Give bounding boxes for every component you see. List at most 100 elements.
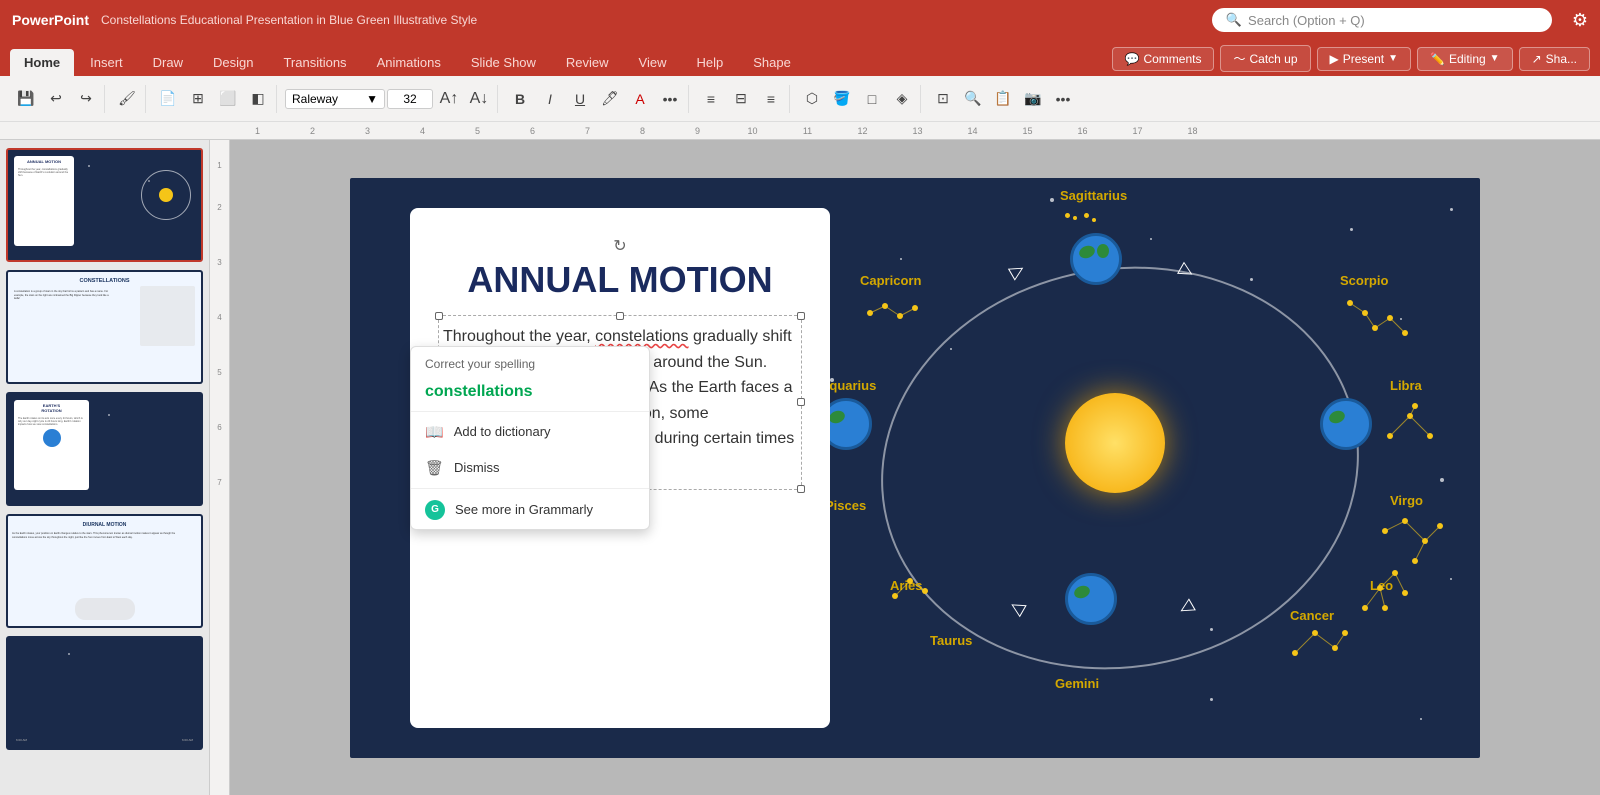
bullet-list-button[interactable]: ≡: [697, 85, 725, 113]
rotate-handle[interactable]: ↻: [613, 238, 626, 255]
app-name: PowerPoint: [12, 12, 89, 28]
font-selector[interactable]: Raleway ▼: [285, 89, 385, 109]
main-area: 1 ANNUAL MOTION Throughout the year, con…: [0, 140, 1600, 795]
vertical-ruler: 1 2 3 4 5 6 7: [210, 140, 230, 795]
outline-button[interactable]: □: [858, 85, 886, 113]
settings-icon[interactable]: ⚙: [1572, 10, 1588, 31]
tab-help[interactable]: Help: [683, 49, 738, 76]
comments-icon: 💬: [1125, 52, 1140, 66]
highlight-button[interactable]: 🖊: [596, 85, 624, 113]
clipboard-button[interactable]: 📋: [989, 85, 1017, 113]
ruler: 1 2 3 4 5 6 7 8 9 10 11 12 13 14 15 16 1…: [0, 122, 1600, 140]
italic-button[interactable]: I: [536, 85, 564, 113]
label-sagittarius: Sagittarius: [1060, 188, 1127, 203]
catch-up-button[interactable]: 〜 Catch up: [1220, 45, 1310, 72]
share-button[interactable]: ↗ Sha...: [1519, 47, 1590, 71]
slide-thumb-5[interactable]: 5 6:00 AM 6:00 AM: [6, 636, 203, 750]
tab-draw[interactable]: Draw: [139, 49, 197, 76]
slide-thumb-3[interactable]: 3 EARTH'SROTATION The Earth rotates on i…: [6, 392, 203, 506]
editing-dropdown-icon[interactable]: ▼: [1490, 53, 1500, 64]
label-pisces: Pisces: [825, 498, 866, 513]
spell-suggestion[interactable]: constellations: [411, 375, 649, 409]
tab-review[interactable]: Review: [552, 49, 623, 76]
copy-format-button[interactable]: 🖌: [113, 85, 141, 113]
save-button[interactable]: 💾: [12, 85, 40, 113]
search-replace-button[interactable]: 🔍: [959, 85, 987, 113]
doc-title: Constellations Educational Presentation …: [101, 13, 1200, 27]
editing-button[interactable]: ✏️ Editing ▼: [1417, 47, 1513, 71]
label-capricorn: Capricorn: [860, 273, 921, 288]
toolbar-font: Raleway ▼ 32 A↑ A↓: [281, 85, 498, 113]
tab-transitions[interactable]: Transitions: [269, 49, 360, 76]
slide-theme-button[interactable]: ◧: [244, 85, 272, 113]
font-dropdown-icon[interactable]: ▼: [366, 92, 378, 106]
main-slide: ↻ ANNUAL MOTION Throughout the year, con: [350, 178, 1480, 758]
underline-button[interactable]: U: [566, 85, 594, 113]
numbered-list-button[interactable]: ⊟: [727, 85, 755, 113]
spell-correct-label: Correct your spelling: [411, 347, 649, 375]
toolbar-arrange: ⊡ 🔍 📋 📷 •••: [925, 85, 1081, 113]
fill-button[interactable]: 🪣: [828, 85, 856, 113]
solar-system-diagram: ▷ ▷ ▷ ▷ Sagittarius Capricorn: [800, 178, 1480, 758]
dictionary-icon: 📖: [425, 423, 444, 441]
undo-button[interactable]: ↩: [42, 85, 70, 113]
bold-button[interactable]: B: [506, 85, 534, 113]
insert-shapes-button[interactable]: ⬡: [798, 85, 826, 113]
toolbar: 💾 ↩ ↪ 🖌 📄 ⊞ ⬜ ◧ Raleway ▼ 32 A↑ A↓ B I U…: [0, 76, 1600, 122]
ribbon-tabs: Home Insert Draw Design Transitions Anim…: [0, 40, 1600, 76]
spell-check-dropdown: Correct your spelling constellations 📖 A…: [410, 346, 650, 530]
tab-insert[interactable]: Insert: [76, 49, 137, 76]
font-size-selector[interactable]: 32: [387, 89, 433, 109]
search-icon: 🔍: [1226, 12, 1242, 28]
toolbar-slide-ops: 📄 ⊞ ⬜ ◧: [150, 85, 277, 113]
slide-layout-button[interactable]: ⊞: [184, 85, 212, 113]
misspelled-word[interactable]: constelations: [595, 328, 688, 345]
share-icon: ↗: [1532, 52, 1542, 66]
font-size-decrease-button[interactable]: A↓: [465, 85, 493, 113]
slide-panel: 1 ANNUAL MOTION Throughout the year, con…: [0, 140, 210, 795]
present-button[interactable]: ▶ Present ▼: [1317, 47, 1412, 71]
label-taurus: Taurus: [930, 633, 972, 648]
spell-divider-1: [411, 411, 649, 412]
tab-design[interactable]: Design: [199, 49, 267, 76]
redo-button[interactable]: ↪: [72, 85, 100, 113]
grammarly-option[interactable]: G See more in Grammarly: [411, 491, 649, 529]
font-color-button[interactable]: A: [626, 85, 654, 113]
add-to-dictionary-option[interactable]: 📖 Add to dictionary: [411, 414, 649, 450]
title-search-bar[interactable]: 🔍 Search (Option + Q): [1212, 8, 1552, 32]
tab-animations[interactable]: Animations: [363, 49, 455, 76]
dismiss-icon: 🗑: [425, 459, 444, 477]
more-text-button[interactable]: •••: [656, 85, 684, 113]
slide-thumb-4[interactable]: 4 DIURNAL MOTION As the Earth rotates, y…: [6, 514, 203, 628]
tab-view[interactable]: View: [625, 49, 681, 76]
toolbar-lists: ≡ ⊟ ≡: [693, 85, 790, 113]
toolbar-insert: ⬡ 🪣 □ ◈: [794, 85, 921, 113]
slide-size-button[interactable]: ⬜: [214, 85, 242, 113]
more-options-button[interactable]: •••: [1049, 85, 1077, 113]
tab-home[interactable]: Home: [10, 49, 74, 76]
slide-thumb-2[interactable]: 2 CONSTELLATIONS A constellation is a gr…: [6, 270, 203, 384]
font-size-increase-button[interactable]: A↑: [435, 85, 463, 113]
label-gemini: Gemini: [1055, 676, 1099, 691]
effects-button[interactable]: ◈: [888, 85, 916, 113]
present-dropdown-icon[interactable]: ▼: [1388, 53, 1398, 64]
slide-area: ↻ ANNUAL MOTION Throughout the year, con: [230, 140, 1600, 795]
label-scorpio: Scorpio: [1340, 273, 1388, 288]
tab-shape[interactable]: Shape: [739, 49, 805, 76]
search-placeholder: Search (Option + Q): [1248, 13, 1365, 28]
editing-icon: ✏️: [1430, 52, 1445, 66]
arrange-button[interactable]: ⊡: [929, 85, 957, 113]
tab-slideshow[interactable]: Slide Show: [457, 49, 550, 76]
title-bar: PowerPoint Constellations Educational Pr…: [0, 0, 1600, 40]
toolbar-clipboard: 💾 ↩ ↪: [8, 85, 105, 113]
comments-button[interactable]: 💬 Comments: [1112, 47, 1215, 71]
align-button[interactable]: ≡: [757, 85, 785, 113]
label-virgo: Virgo: [1390, 493, 1423, 508]
media-button[interactable]: 📷: [1019, 85, 1047, 113]
slide-thumb-1[interactable]: 1 ANNUAL MOTION Throughout the year, con…: [6, 148, 203, 262]
label-cancer: Cancer: [1290, 608, 1334, 623]
toolbar-format: 🖌: [109, 85, 146, 113]
dismiss-option[interactable]: 🗑 Dismiss: [411, 450, 649, 486]
catch-up-icon: 〜: [1233, 50, 1245, 67]
new-slide-button[interactable]: 📄: [154, 85, 182, 113]
